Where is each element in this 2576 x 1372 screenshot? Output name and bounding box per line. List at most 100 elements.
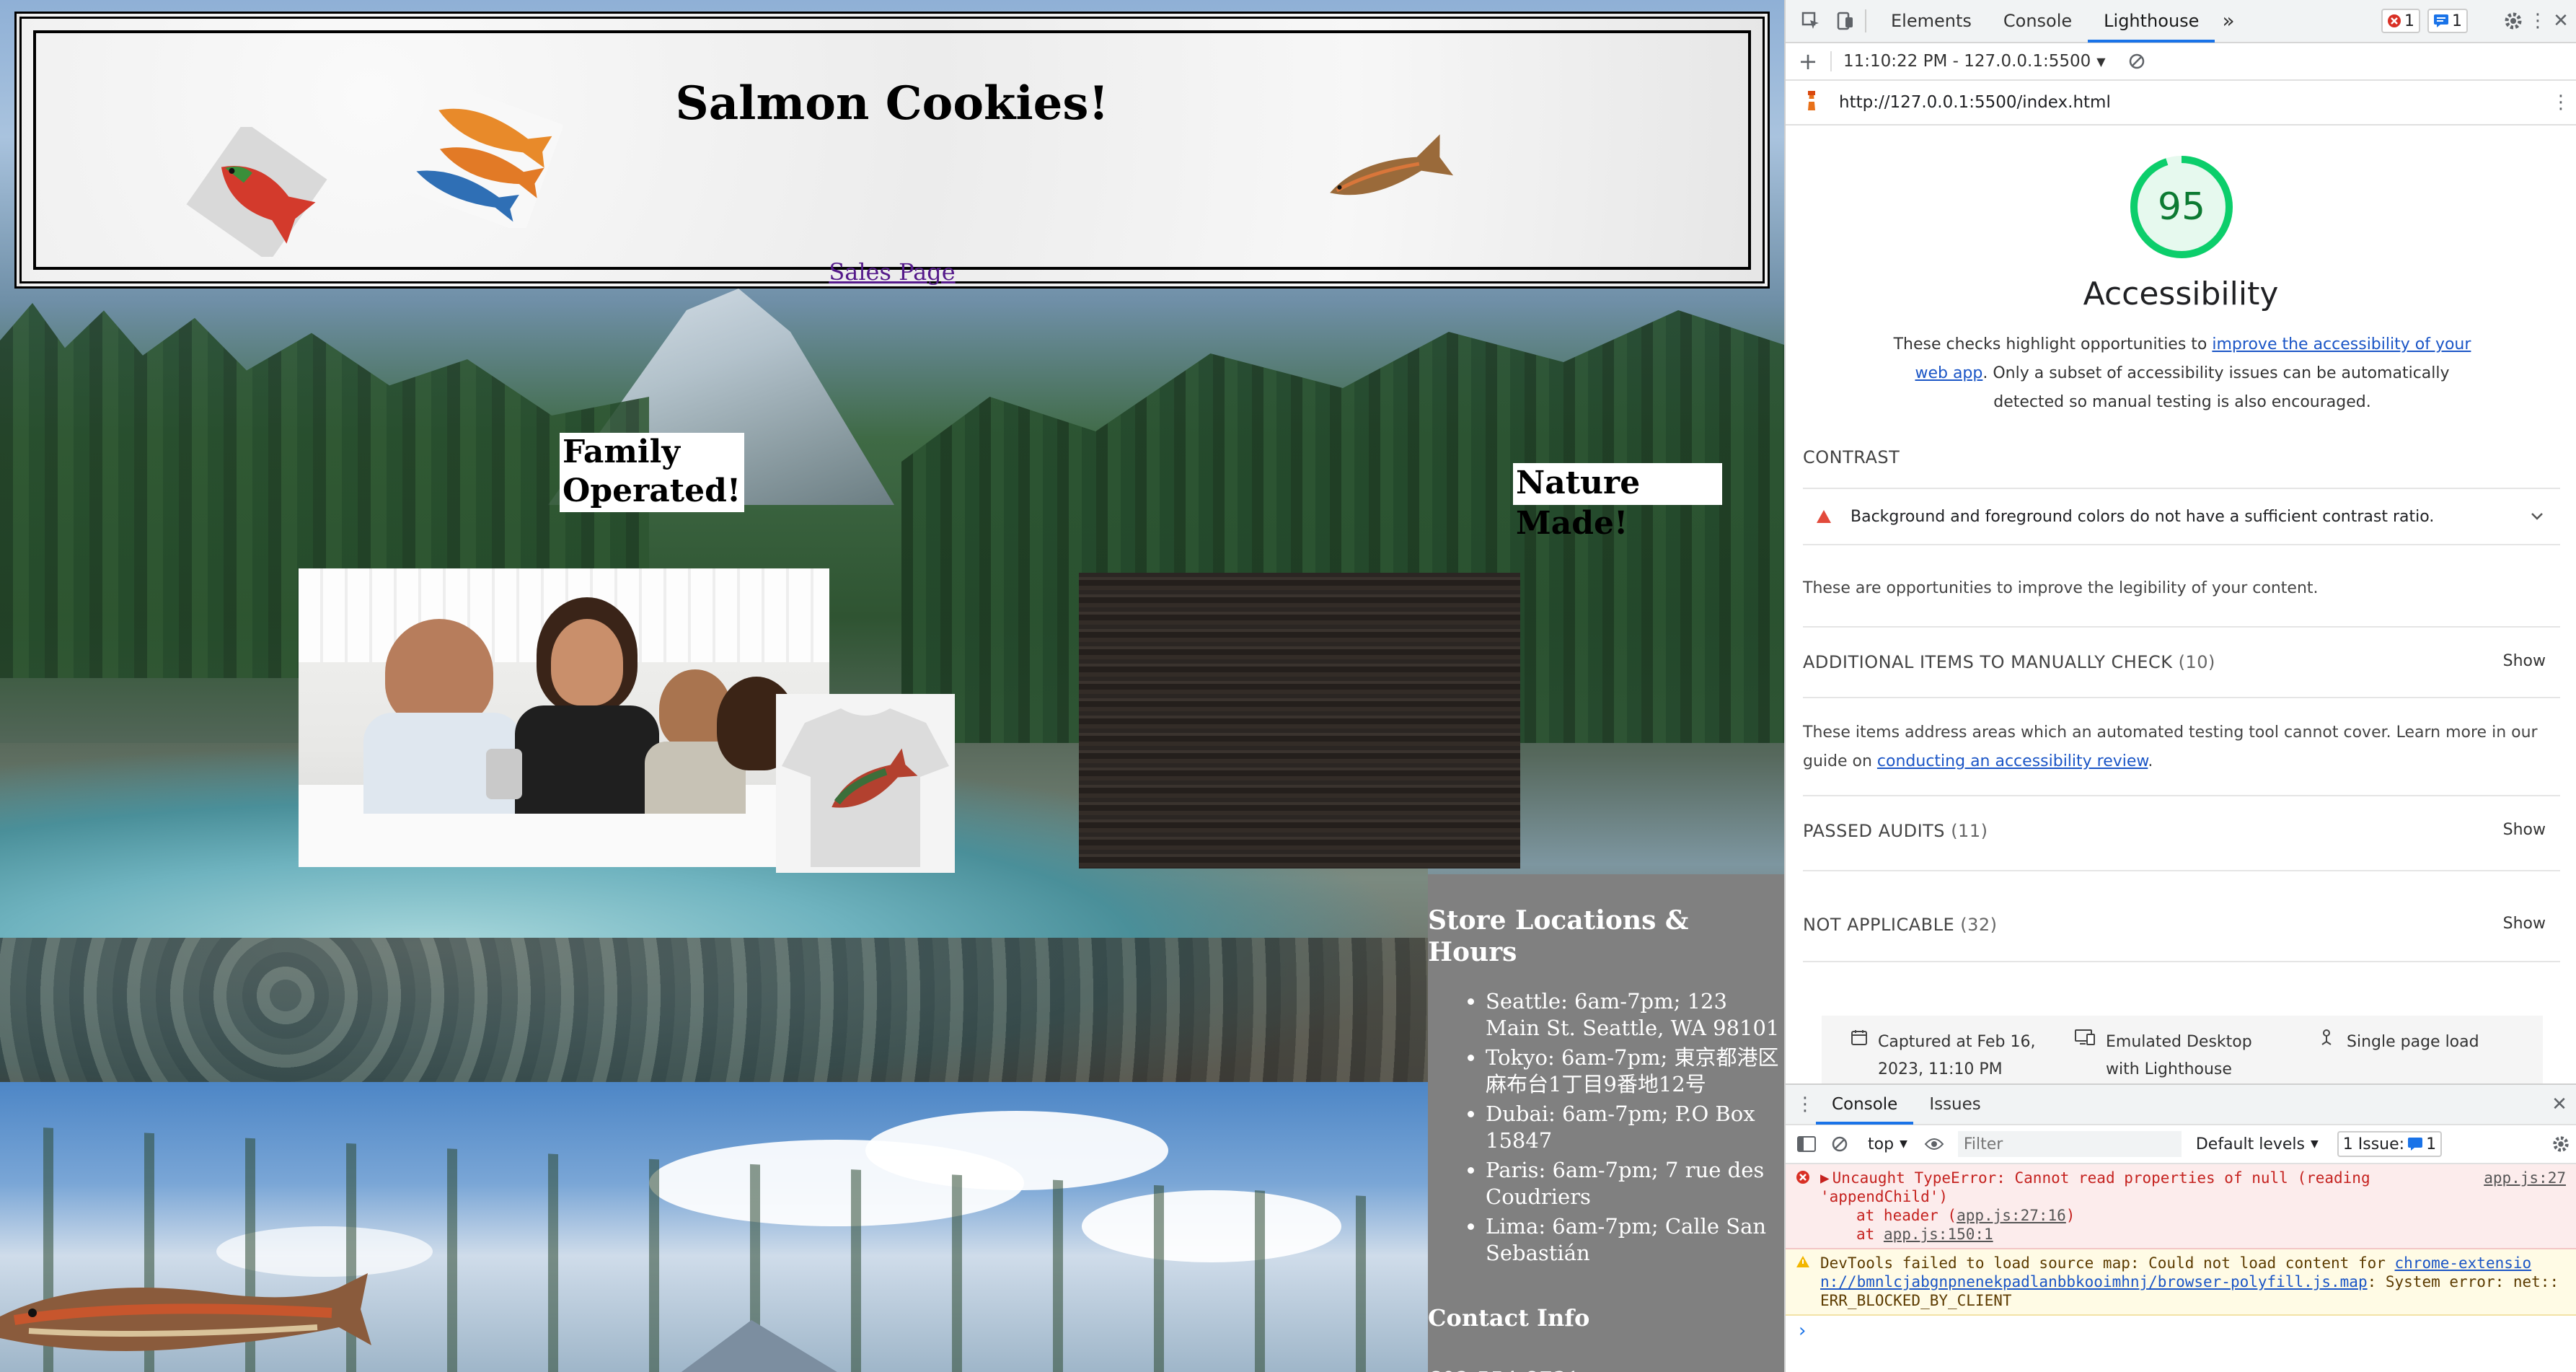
inspect-element-icon[interactable] — [1800, 10, 1822, 32]
location-item: Seattle: 6am-7pm; 123 Main St. Seattle, … — [1486, 988, 1784, 1042]
locations-list: Seattle: 6am-7pm; 123 Main St. Seattle, … — [1486, 988, 1784, 1267]
salmon-tshirt-photo — [776, 694, 955, 873]
location-item: Tokyo: 6am-7pm; 東京都港区麻布台1丁目9番地12号 — [1486, 1045, 1784, 1098]
show-manual-button[interactable]: Show — [2503, 652, 2546, 670]
report-url: http://127.0.0.1:5500/index.html — [1839, 93, 2111, 112]
error-source-link[interactable]: app.js:27 — [2484, 1169, 2566, 1187]
stack-link[interactable]: app.js:27:16 — [1957, 1207, 2066, 1224]
report-url-bar: http://127.0.0.1:5500/index.html ⋮ — [1786, 81, 2576, 126]
not-applicable-heading: NOT APPLICABLE — [1803, 915, 1955, 935]
close-devtools-icon[interactable]: ✕ — [2550, 10, 2572, 32]
locations-heading: Store Locations & Hours — [1428, 905, 1689, 967]
contrast-description: These are opportunities to improve the l… — [1803, 579, 2319, 597]
lighthouse-icon — [1801, 89, 1822, 116]
live-expression-eye-icon[interactable] — [1923, 1133, 1945, 1155]
web-page: Salmon Cookies! Sales Page Family Operat… — [0, 0, 1784, 1372]
chevron-down-icon: ▼ — [1900, 1138, 1907, 1150]
console-filter-input[interactable] — [1957, 1131, 2182, 1157]
show-na-button[interactable]: Show — [2503, 915, 2546, 933]
message-icon — [2408, 1138, 2423, 1151]
chevron-down-icon: ▼ — [2096, 54, 2106, 69]
phone-number: 602-554-8731 — [1428, 1368, 1784, 1372]
message-icon — [2434, 14, 2448, 27]
show-passed-button[interactable]: Show — [2503, 821, 2546, 839]
log-levels-label: Default levels — [2195, 1135, 2305, 1153]
warning-icon — [1796, 1256, 1809, 1267]
report-meta-bar: Captured at Feb 16, 2023, 11:10 PM Emula… — [1822, 1016, 2543, 1083]
captured-at: Captured at Feb 16, 2023, 11:10 PM — [1878, 1033, 2036, 1078]
emulated-device: Emulated Desktop with Lighthouse — [2106, 1033, 2252, 1078]
error-count-badge[interactable]: 1 — [2381, 9, 2420, 33]
lighthouse-toolbar: + 11:10:22 PM - 127.0.0.1:5500 ▼ — [1786, 43, 2576, 81]
family-operated-label: Family Operated! — [560, 433, 744, 512]
console-error-message[interactable]: ▶ Uncaught TypeError: Cannot read propert… — [1786, 1164, 2576, 1249]
passed-audits-section[interactable]: PASSED AUDITS (11) Show — [1803, 821, 2560, 841]
trout-image — [1330, 134, 1454, 195]
not-applicable-count: (32) — [1960, 915, 1998, 935]
accessibility-review-link[interactable]: conducting an accessibility review — [1877, 752, 2148, 770]
settings-gear-icon[interactable] — [2502, 10, 2524, 32]
drawer-tab-console[interactable]: Console — [1816, 1084, 1914, 1125]
new-report-icon[interactable]: + — [1797, 48, 1819, 75]
contrast-heading: CONTRAST — [1803, 447, 1900, 467]
contrast-audit-title: Background and foreground colors do not … — [1851, 507, 2435, 526]
location-item: Lima: 6am-7pm; Calle San Sebastián — [1486, 1213, 1784, 1267]
passed-audits-heading: PASSED AUDITS — [1803, 821, 1946, 841]
category-description: These checks highlight opportunities to … — [1893, 335, 2471, 411]
sales-page-link[interactable]: Sales Page — [22, 258, 1763, 286]
manual-check-description: These items address areas which an autom… — [1803, 724, 2538, 770]
kebab-menu-icon[interactable]: ⋮ — [2527, 10, 2549, 32]
desktop-icon — [2075, 1029, 2095, 1045]
manual-check-heading: ADDITIONAL ITEMS TO MANUALLY CHECK — [1803, 652, 2173, 672]
context-label: top — [1868, 1135, 1894, 1153]
red-salmon-image — [186, 127, 327, 257]
chevron-down-icon: ▼ — [2311, 1138, 2319, 1150]
issues-count: 1 — [2426, 1135, 2437, 1153]
sidebar-toggle-icon[interactable] — [1796, 1133, 1817, 1155]
nature-made-label: Nature Made! — [1513, 463, 1722, 542]
drawer-tabbar: ⋮ Console Issues ✕ — [1786, 1085, 2576, 1125]
error-icon — [1796, 1171, 1809, 1184]
load-type: Single page load — [2347, 1033, 2479, 1051]
tab-console[interactable]: Console — [1988, 0, 2088, 43]
devtools-panel: Elements Console Lighthouse » 1 1 ⋮ ✕ + … — [1784, 0, 2576, 1372]
console-prompt[interactable]: › — [1786, 1316, 2576, 1342]
report-selector[interactable]: 11:10:22 PM - 127.0.0.1:5500 ▼ — [1843, 52, 2106, 71]
tab-elements[interactable]: Elements — [1875, 0, 1988, 43]
location-item: Dubai: 6am-7pm; P.O Box 15847 — [1486, 1101, 1784, 1154]
family-photo — [299, 568, 829, 867]
big-salmon-image — [0, 1273, 371, 1351]
accessibility-score: 95 — [2157, 185, 2206, 229]
issues-counter-button[interactable]: 1 Issue: 1 — [2337, 1131, 2443, 1157]
expand-triangle-icon[interactable]: ▶ — [1820, 1169, 1830, 1187]
report-menu-icon[interactable]: ⋮ — [2550, 92, 2572, 113]
contrast-audit-row[interactable]: Background and foreground colors do not … — [1803, 489, 2560, 544]
drawer-menu-icon[interactable]: ⋮ — [1794, 1094, 1816, 1115]
console-drawer: ⋮ Console Issues ✕ top ▼ Default levels … — [1786, 1083, 2576, 1372]
more-tabs-button[interactable]: » — [2215, 0, 2241, 43]
console-settings-gear-icon[interactable] — [2550, 1133, 2572, 1155]
tab-lighthouse[interactable]: Lighthouse — [2088, 0, 2215, 43]
manual-check-count: (10) — [2178, 652, 2215, 672]
device-toolbar-icon[interactable] — [1835, 10, 1856, 32]
not-applicable-section[interactable]: NOT APPLICABLE (32) Show — [1803, 915, 2560, 935]
background-rocks — [0, 938, 1428, 1082]
log-levels-dropdown[interactable]: Default levels ▼ — [2196, 1135, 2319, 1153]
contact-heading: Contact Info — [1428, 1304, 1590, 1332]
message-count-badge[interactable]: 1 — [2427, 9, 2468, 33]
console-toolbar: top ▼ Default levels ▼ 1 Issue: 1 — [1786, 1125, 2576, 1164]
passed-audits-count: (11) — [1951, 821, 1988, 841]
close-drawer-icon[interactable]: ✕ — [2549, 1094, 2570, 1115]
location-item: Paris: 6am-7pm; 7 rue des Coudriers — [1486, 1157, 1784, 1210]
console-warning-message[interactable]: DevTools failed to load source map: Coul… — [1786, 1249, 2576, 1316]
single-page-icon — [2321, 1029, 2332, 1045]
context-selector[interactable]: top ▼ — [1868, 1135, 1907, 1153]
wood-texture-image — [1079, 573, 1520, 869]
chevron-down-icon — [2531, 513, 2543, 520]
stack-link[interactable]: app.js:150:1 — [1884, 1226, 1993, 1243]
site-header: Salmon Cookies! Sales Page — [14, 12, 1770, 289]
clear-console-icon[interactable] — [1829, 1133, 1851, 1155]
drawer-tab-issues[interactable]: Issues — [1913, 1084, 1996, 1125]
manual-check-section[interactable]: ADDITIONAL ITEMS TO MANUALLY CHECK (10) … — [1803, 652, 2560, 672]
clear-reports-icon[interactable] — [2126, 50, 2148, 72]
